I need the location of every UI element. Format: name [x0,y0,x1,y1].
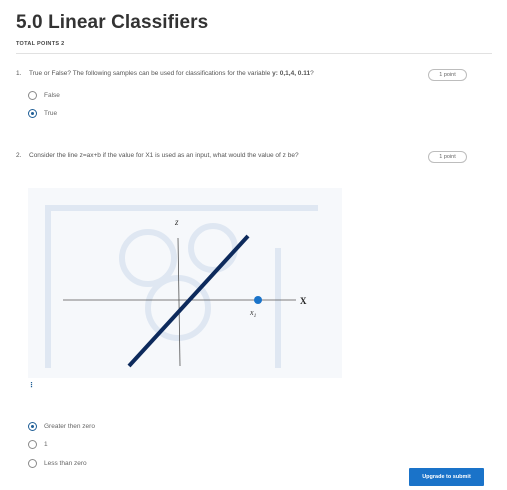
question-1: 1. True or False? The following samples c… [16,70,314,77]
option-false[interactable]: False [28,89,60,101]
upgrade-to-submit-button[interactable]: Upgrade to submit [409,468,484,486]
z-axis-label: z [174,217,179,227]
radio-button[interactable] [28,90,37,100]
question-text: Consider the line z=ax+b if the value fo… [29,152,299,159]
watermark-background [28,188,342,378]
question-figure: z X x1 [28,188,342,378]
x1-point [254,296,262,304]
question-2: 2. Consider the line z=ax+b if the value … [16,152,299,159]
divider [16,53,492,54]
x-axis-label: X [300,296,307,306]
page-title: 5.0 Linear Classifiers [16,12,209,33]
option-one[interactable]: 1 [28,438,48,450]
question-text: True or False? The following samples can… [29,70,273,77]
radio-button-selected[interactable] [28,421,37,431]
radio-button[interactable] [28,439,37,449]
radio-button-selected[interactable] [28,108,37,118]
question-number: 2. [16,152,22,159]
points-badge: 1 point [428,69,467,81]
option-greater-than-zero[interactable]: Greater then zero [28,420,95,432]
question-number: 1. [16,70,22,77]
option-label: False [44,91,60,99]
option-label: True [44,109,58,117]
radio-button[interactable] [28,458,37,468]
points-badge: 1 point [428,151,467,163]
option-label: Greater then zero [44,422,95,430]
question-variable: y: 0,1,4, 0.11 [272,70,311,77]
question-text-end: ? [310,70,314,77]
option-less-than-zero[interactable]: Less than zero [28,457,87,469]
hint-icon[interactable]: ⋮ [28,381,35,389]
option-true[interactable]: True [28,107,57,119]
option-label: 1 [44,440,48,448]
total-points: TOTAL POINTS 2 [16,41,65,47]
option-label: Less than zero [44,459,87,467]
